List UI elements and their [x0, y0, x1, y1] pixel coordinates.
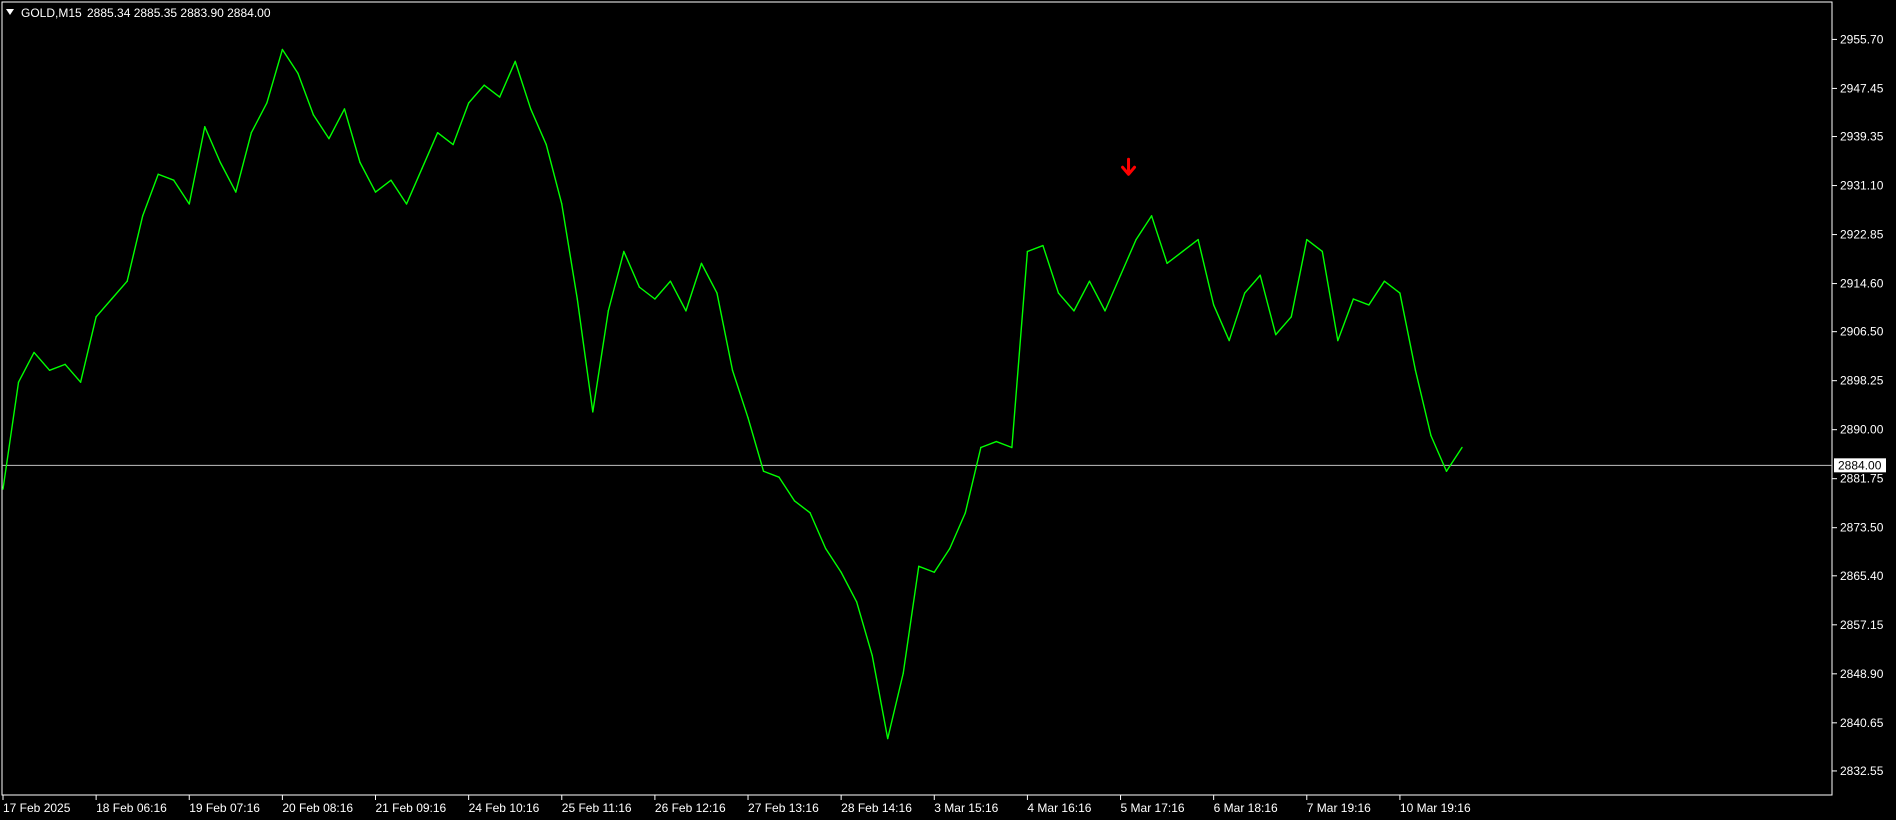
price-tick-label: 2832.55 [1840, 764, 1884, 778]
price-tick-label: 2955.70 [1840, 32, 1884, 46]
time-tick-label: 27 Feb 13:16 [748, 801, 819, 815]
price-tick-label: 2922.85 [1840, 228, 1884, 242]
price-tick-label: 2865.40 [1840, 569, 1884, 583]
price-tick-label: 2914.60 [1840, 277, 1884, 291]
price-tick-label: 2881.75 [1840, 472, 1884, 486]
price-tick-label: 2898.25 [1840, 374, 1884, 388]
time-tick-label: 4 Mar 16:16 [1027, 801, 1091, 815]
price-tick-label: 2873.50 [1840, 521, 1884, 535]
time-tick-label: 20 Feb 08:16 [282, 801, 353, 815]
time-tick-label: 5 Mar 17:16 [1121, 801, 1185, 815]
time-tick-label: 19 Feb 07:16 [189, 801, 260, 815]
price-tick-label: 2939.35 [1840, 130, 1884, 144]
time-tick-label: 7 Mar 19:16 [1307, 801, 1371, 815]
price-chart[interactable]: GOLD,M15 2885.34 2885.35 2883.90 2884.00… [0, 0, 1896, 820]
chart-window[interactable]: GOLD,M15 2885.34 2885.35 2883.90 2884.00… [0, 0, 1896, 820]
price-tick-label: 2931.10 [1840, 179, 1884, 193]
chart-background [0, 0, 1896, 820]
time-tick-label: 26 Feb 12:16 [655, 801, 726, 815]
symbol-label: GOLD,M15 [21, 6, 82, 20]
time-tick-label: 3 Mar 15:16 [934, 801, 998, 815]
price-tick-label: 2947.45 [1840, 81, 1884, 95]
time-tick-label: 28 Feb 14:16 [841, 801, 912, 815]
time-tick-label: 25 Feb 11:16 [562, 801, 632, 815]
time-tick-label: 24 Feb 10:16 [469, 801, 540, 815]
ohlc-values: 2885.34 2885.35 2883.90 2884.00 [87, 6, 271, 20]
time-tick-label: 17 Feb 2025 [3, 801, 71, 815]
price-tick-label: 2906.50 [1840, 325, 1884, 339]
price-tick-label: 2857.15 [1840, 618, 1884, 632]
time-tick-label: 10 Mar 19:16 [1400, 801, 1471, 815]
time-tick-label: 6 Mar 18:16 [1214, 801, 1278, 815]
price-tick-label: 2848.90 [1840, 667, 1884, 681]
time-tick-label: 21 Feb 09:16 [376, 801, 447, 815]
time-tick-label: 18 Feb 06:16 [96, 801, 167, 815]
current-price-label: 2884.00 [1838, 458, 1882, 472]
price-tick-label: 2890.00 [1840, 423, 1884, 437]
price-tick-label: 2840.65 [1840, 716, 1884, 730]
